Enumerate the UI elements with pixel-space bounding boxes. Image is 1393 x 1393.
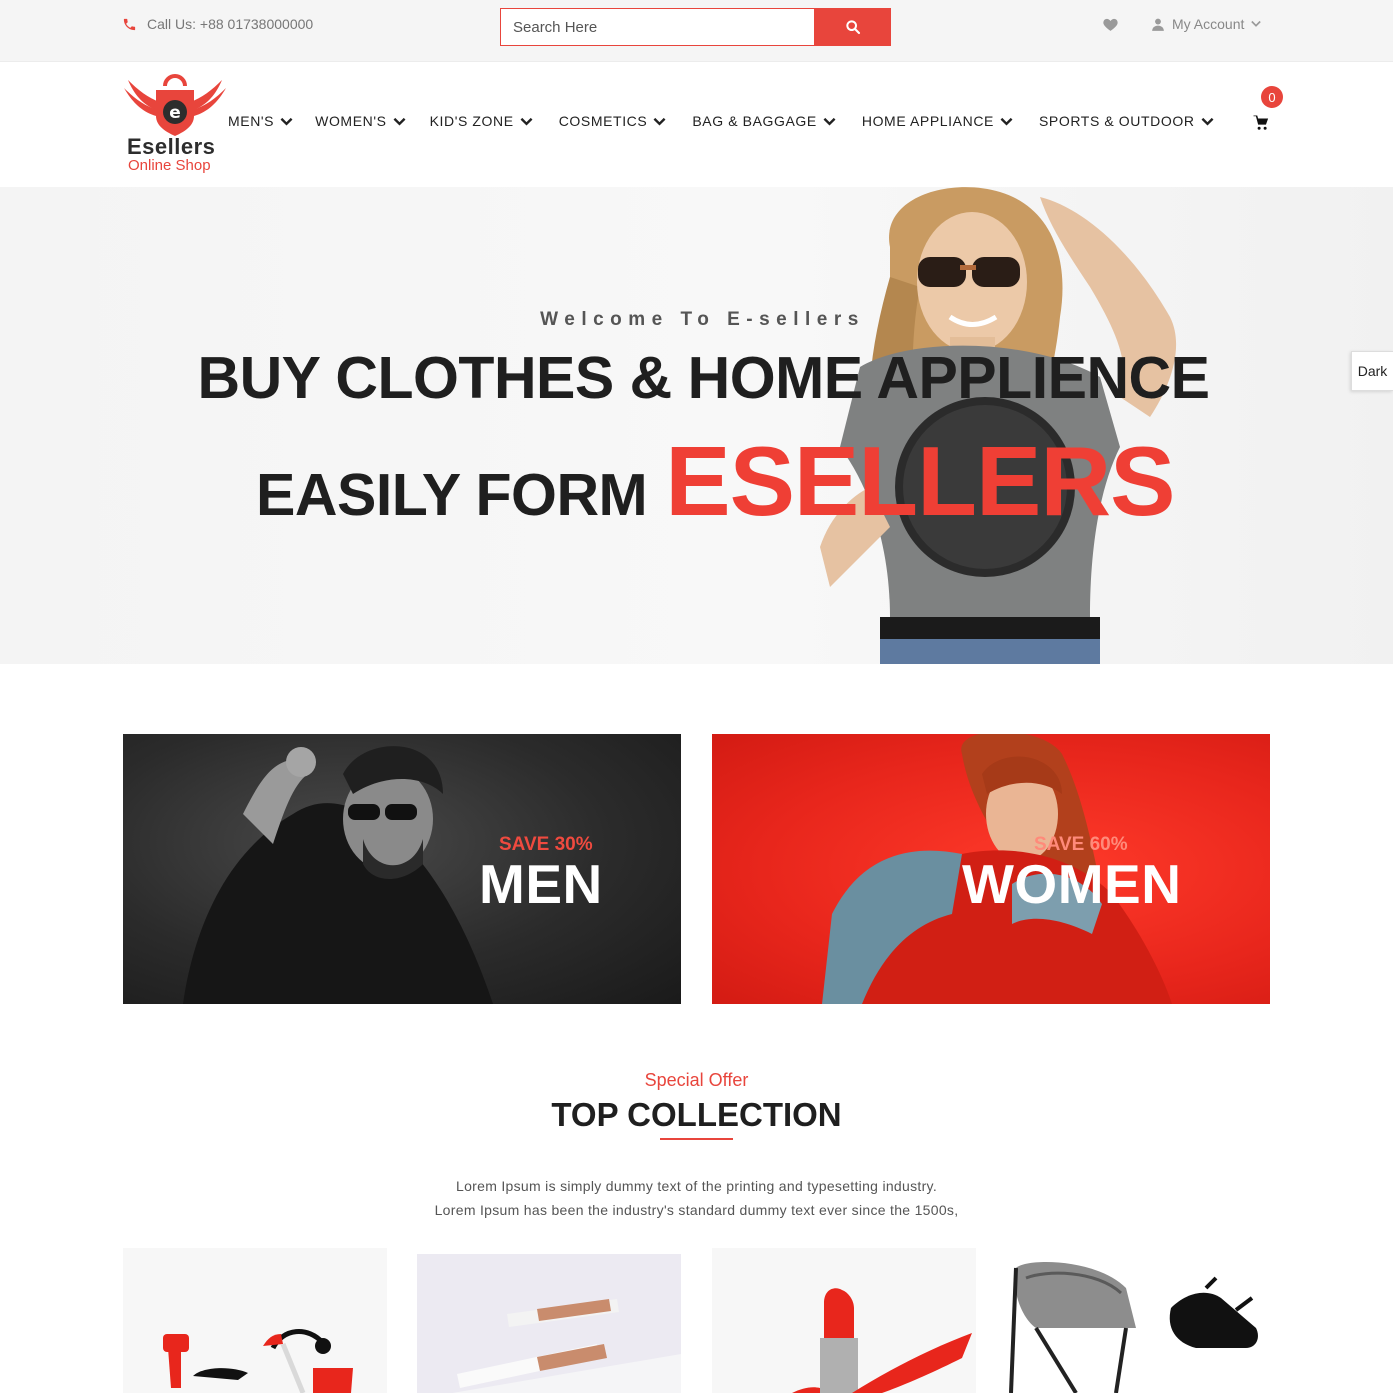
men-banner-title: MEN bbox=[479, 853, 603, 915]
user-icon bbox=[1152, 18, 1164, 31]
hero-welcome-text: Welcome To E-sellers bbox=[540, 309, 865, 330]
search-bar bbox=[500, 8, 891, 46]
chevron-down-icon bbox=[823, 117, 836, 126]
chevron-down-icon bbox=[1251, 20, 1262, 27]
chevron-down-icon bbox=[393, 117, 406, 126]
section-underline bbox=[660, 1138, 733, 1140]
product-card[interactable] bbox=[123, 1248, 387, 1393]
nav-item-label: WOMEN'S bbox=[315, 113, 387, 129]
hero-headline-lead: EASILY FORM bbox=[256, 462, 648, 528]
lipstick-image bbox=[712, 1248, 976, 1393]
search-input[interactable] bbox=[500, 8, 814, 46]
men-banner[interactable]: SAVE 30% MEN bbox=[123, 734, 681, 1004]
product-card[interactable] bbox=[712, 1248, 976, 1393]
nav-item-sports-outdoor[interactable]: SPORTS & OUTDOOR bbox=[1039, 113, 1214, 129]
hero-headline-2: EASILY FORM ESELLERS bbox=[256, 425, 1176, 538]
chevron-down-icon bbox=[520, 117, 533, 126]
main-nav: MEN'S WOMEN'S KID'S ZONE COSMETICS BAG &… bbox=[228, 113, 1214, 129]
my-account-label: My Account bbox=[1172, 16, 1245, 32]
nav-item-label: SPORTS & OUTDOOR bbox=[1038, 113, 1195, 129]
women-banner[interactable]: SAVE 60% WOMEN bbox=[712, 734, 1270, 1004]
chevron-down-icon bbox=[1201, 117, 1214, 126]
chevron-down-icon bbox=[280, 117, 293, 126]
search-button[interactable] bbox=[814, 8, 891, 46]
chevron-down-icon bbox=[1000, 117, 1013, 126]
logo-tagline: Online Shop bbox=[128, 157, 211, 174]
nav-item-cosmetics[interactable]: COSMETICS bbox=[559, 113, 667, 129]
nav-item-label: BAG & BAGGAGE bbox=[692, 113, 817, 129]
cart-count-badge: 0 bbox=[1261, 86, 1283, 108]
search-icon bbox=[845, 20, 860, 35]
call-us-text: Call Us: +88 01738000000 bbox=[147, 16, 314, 32]
call-us[interactable]: Call Us: +88 01738000000 bbox=[122, 16, 313, 32]
cosmetic-pens-image bbox=[417, 1254, 681, 1393]
nav-item-mens[interactable]: MEN'S bbox=[228, 113, 293, 129]
hero-headline-1: BUY CLOTHES & HOME APPLIENCE bbox=[197, 345, 1210, 411]
section-title: TOP COLLECTION bbox=[551, 1096, 842, 1133]
nav-item-label: COSMETICS bbox=[558, 113, 648, 129]
heart-icon[interactable] bbox=[1102, 16, 1119, 33]
nav-item-label: HOME APPLIANCE bbox=[861, 113, 994, 129]
section-eyebrow: Special Offer bbox=[644, 1070, 749, 1090]
kids-bike-image bbox=[123, 1248, 387, 1393]
section-description: Lorem Ipsum is simply dummy text of the … bbox=[0, 1174, 1393, 1222]
nav-item-bag-baggage[interactable]: BAG & BAGGAGE bbox=[692, 113, 836, 129]
svg-text:e: e bbox=[169, 103, 181, 123]
hero-headline-brand: ESELLERS bbox=[665, 426, 1175, 536]
section-description-line: Lorem Ipsum has been the industry's stan… bbox=[434, 1202, 959, 1218]
phone-icon bbox=[123, 18, 136, 30]
product-card[interactable] bbox=[417, 1254, 681, 1393]
section-description-line: Lorem Ipsum is simply dummy text of the … bbox=[455, 1178, 938, 1194]
women-banner-title: WOMEN bbox=[962, 853, 1182, 915]
nav-item-womens[interactable]: WOMEN'S bbox=[315, 113, 406, 129]
chevron-down-icon bbox=[653, 117, 666, 126]
cart-icon[interactable] bbox=[1252, 114, 1270, 132]
nav-item-kids-zone[interactable]: KID'S ZONE bbox=[430, 113, 533, 129]
nav-item-label: MEN'S bbox=[228, 113, 275, 129]
nav-item-home-appliance[interactable]: HOME APPLIANCE bbox=[862, 113, 1013, 129]
hero-banner: Welcome To E-sellers BUY CLOTHES & HOME … bbox=[0, 187, 1393, 664]
dark-mode-toggle[interactable]: Dark bbox=[1351, 351, 1393, 391]
my-account-menu[interactable]: My Account bbox=[1151, 16, 1262, 32]
nav-item-label: KID'S ZONE bbox=[429, 113, 514, 129]
product-card[interactable] bbox=[1006, 1248, 1270, 1393]
top-bar: Call Us: +88 01738000000 My Account bbox=[0, 0, 1393, 62]
baby-stroller-image bbox=[1006, 1248, 1270, 1393]
